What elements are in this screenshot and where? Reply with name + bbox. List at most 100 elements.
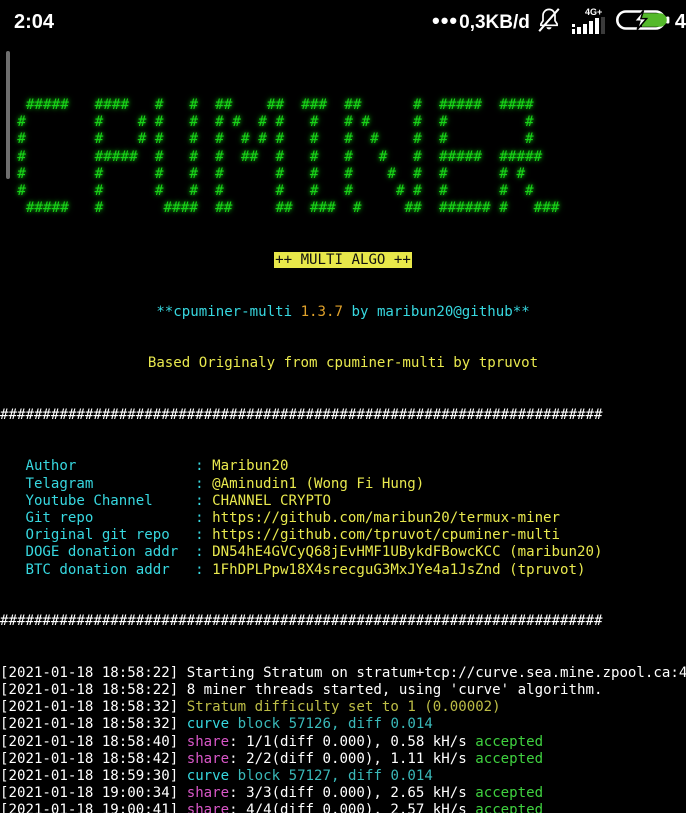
signal-strength-icon: 4G+ (571, 6, 609, 41)
log-timestamp: [2021-01-18 19:00:41] (0, 802, 179, 813)
log-line: [2021-01-18 18:58:22] 8 miner threads st… (0, 682, 686, 699)
battery-charging-icon (615, 5, 672, 40)
log-timestamp: [2021-01-18 18:58:22] (0, 681, 179, 698)
info-row-label: DOGE donation addr : (0, 544, 213, 561)
log-timestamp: [2021-01-18 18:58:42] (0, 750, 179, 767)
info-row-value: https://github.com/tpruvot/cpuminer-mult… (212, 527, 561, 544)
info-row: BTC donation addr : 1FhDPLPpw18X4srecguG… (0, 562, 686, 579)
info-row: Author : Maribun20 (0, 458, 686, 475)
log-share-body: : 2/2(diff 0.000), 1.11 kH/s (229, 750, 476, 767)
log-line: [2021-01-18 18:58:42] share: 2/2(diff 0.… (0, 751, 686, 768)
info-row: DOGE donation addr : DN54hE4GVCyQ68jEvHM… (0, 544, 686, 561)
log-block-diff-value: 0.014 (390, 767, 433, 784)
android-status-bar: 2:04 ••• 0,3KB/d 4G+ 4 (0, 0, 686, 45)
log-block-diff-value: 0.014 (390, 716, 433, 733)
log-difficulty-message: Stratum difficulty set to 1 (0.00002) (186, 699, 501, 716)
info-row-value: @Aminudin1 (Wong Fi Hung) (212, 475, 425, 492)
log-block-word: block (237, 767, 281, 784)
terminal-scrollbar[interactable] (6, 51, 10, 179)
info-row-label: BTC donation addr : (0, 561, 213, 578)
log-space (178, 682, 187, 698)
log-block-number: 57127 (288, 767, 332, 784)
status-bar-icons: ••• 0,3KB/d 4G+ 4 (432, 0, 686, 45)
log-share-body: : 1/1(diff 0.000), 0.58 kH/s (229, 733, 476, 750)
info-block: Author : Maribun20 Telagram : @Aminudin1… (0, 458, 686, 578)
multi-algo-banner: ++ MULTI ALGO ++ (274, 252, 412, 269)
log-block-word: block (237, 716, 281, 733)
info-row-label: Original git repo : (0, 527, 213, 544)
info-row: Youtube Channel : CHANNEL CRYPTO (0, 493, 686, 510)
log-space (229, 768, 238, 784)
log-timestamp: [2021-01-18 18:59:30] (0, 767, 179, 784)
log-space (178, 734, 187, 750)
log-block-algo: curve (186, 716, 230, 733)
log-space (178, 751, 187, 767)
log-share-label: share (186, 802, 230, 813)
separator-top: ########################################… (0, 406, 603, 423)
log-space (178, 665, 187, 681)
info-row-value: DN54hE4GVCyQ68jEvHMF1UBykdFBowcKCC (mari… (212, 544, 603, 561)
notification-dots-icon: ••• (432, 7, 459, 33)
log-share-status: accepted (475, 785, 544, 802)
log-share-status: accepted (475, 802, 544, 813)
log-space (178, 716, 187, 732)
log-share-status: accepted (475, 733, 544, 750)
info-row-label: Youtube Channel : (0, 492, 213, 509)
multi-algo-banner-row: ++ MULTI ALGO ++ (0, 252, 686, 269)
log-line: [2021-01-18 19:00:34] share: 3/3(diff 0.… (0, 785, 686, 802)
bell-slash-icon (536, 6, 562, 39)
log-share-status: accepted (475, 750, 544, 767)
log-message: 8 miner threads started, using 'curve' a… (186, 681, 603, 698)
log-message: Starting Stratum on stratum+tcp://curve.… (186, 664, 686, 681)
log-space (280, 768, 289, 784)
log-share-label: share (186, 785, 230, 802)
log-line: [2021-01-18 18:58:32] Stratum difficulty… (0, 699, 686, 716)
log-space (178, 785, 187, 801)
log-timestamp: [2021-01-18 18:58:32] (0, 699, 179, 716)
log-sep: , (331, 767, 348, 784)
log-block-diff-label: diff (348, 767, 382, 784)
log-timestamp: [2021-01-18 18:58:32] (0, 716, 179, 733)
log-line: [2021-01-18 18:58:22] Starting Stratum o… (0, 665, 686, 682)
log-space (229, 716, 238, 732)
log-sep: , (331, 716, 348, 733)
app-subtitle-line: Based Originaly from cpuminer-multi by t… (147, 355, 539, 372)
terminal-output[interactable]: ##### #### # # ## ## ### ## # ##### ####… (0, 45, 686, 813)
log-timestamp: [2021-01-18 19:00:34] (0, 785, 179, 802)
separator-bottom: ########################################… (0, 613, 603, 630)
cpuminer-ascii-art-logo: ##### #### # # ## ## ### ## # ##### ####… (17, 96, 560, 217)
info-row-label: Git repo : (0, 509, 213, 526)
app-title-prefix: **cpuminer-multi (156, 303, 301, 320)
info-row-label: Telagram : (0, 475, 213, 492)
svg-text:4G+: 4G+ (585, 7, 602, 17)
log-share-body: : 3/3(diff 0.000), 2.65 kH/s (229, 785, 476, 802)
log-block-number: 57126 (288, 716, 332, 733)
log-line: [2021-01-18 19:00:41] share: 4/4(diff 0.… (0, 802, 686, 813)
info-row-label: Author : (0, 458, 213, 475)
log-block-algo: curve (186, 767, 230, 784)
log-space (280, 716, 289, 732)
log-space (178, 802, 187, 813)
log-line: [2021-01-18 18:58:32] curve block 57126,… (0, 716, 686, 733)
network-speed-label: 0,3KB/d (459, 11, 530, 33)
log-block-diff-label: diff (348, 716, 382, 733)
status-bar-clock: 2:04 (14, 11, 55, 33)
info-row-value: 1FhDPLPpw18X4srecguG3MxJYe4a1JsZnd (tpru… (212, 561, 586, 578)
info-row-value: CHANNEL CRYPTO (212, 492, 331, 509)
info-row: Telagram : @Aminudin1 (Wong Fi Hung) (0, 476, 686, 493)
log-share-body: : 4/4(diff 0.000), 2.57 kH/s (229, 802, 476, 813)
log-share-label: share (186, 733, 230, 750)
log-share-label: share (186, 750, 230, 767)
info-row: Original git repo : https://github.com/t… (0, 527, 686, 544)
info-row: Git repo : https://github.com/maribun20/… (0, 510, 686, 527)
log-space (178, 699, 187, 715)
app-version: 1.3.7 (300, 303, 343, 320)
info-row-value: Maribun20 (212, 458, 289, 475)
log-space (178, 768, 187, 784)
log-line: [2021-01-18 18:58:40] share: 1/1(diff 0.… (0, 734, 686, 751)
info-row-value: https://github.com/maribun20/termux-mine… (212, 509, 561, 526)
app-title-suffix: by maribun20@github** (343, 303, 530, 320)
log-line: [2021-01-18 18:59:30] curve block 57127,… (0, 768, 686, 785)
log-block: [2021-01-18 18:58:22] Starting Stratum o… (0, 665, 686, 813)
app-title-line: **cpuminer-multi 1.3.7 by maribun20@gith… (0, 304, 686, 321)
